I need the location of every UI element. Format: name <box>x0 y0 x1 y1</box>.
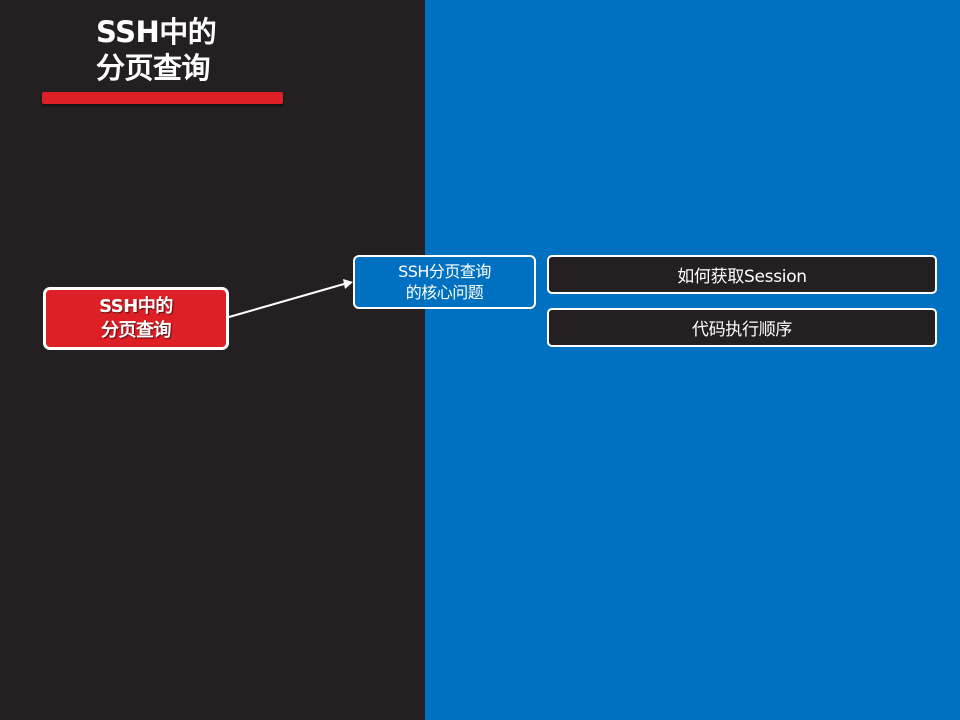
leaf-node-label: 如何获取Session <box>677 267 807 287</box>
left-panel-background <box>0 0 425 720</box>
root-node[interactable]: SSH中的 分页查询 <box>43 287 229 350</box>
core-issue-node-line-1: SSH分页查询 <box>398 262 491 281</box>
slide-title: SSH中的 分页查询 <box>96 14 217 86</box>
core-issue-node[interactable]: SSH分页查询 的核心问题 <box>353 255 536 309</box>
title-underline-bar <box>42 92 283 104</box>
right-panel-background <box>425 0 960 720</box>
root-node-line-1: SSH中的 <box>99 295 173 317</box>
leaf-node-execution-order[interactable]: 代码执行顺序 <box>547 308 937 347</box>
core-issue-node-line-2: 的核心问题 <box>405 283 484 302</box>
slide-title-line-1: SSH中的 <box>96 15 217 49</box>
leaf-node-get-session[interactable]: 如何获取Session <box>547 255 937 294</box>
slide-title-line-2: 分页查询 <box>96 51 211 85</box>
root-node-line-2: 分页查询 <box>101 319 172 341</box>
leaf-node-label: 代码执行顺序 <box>691 320 793 340</box>
